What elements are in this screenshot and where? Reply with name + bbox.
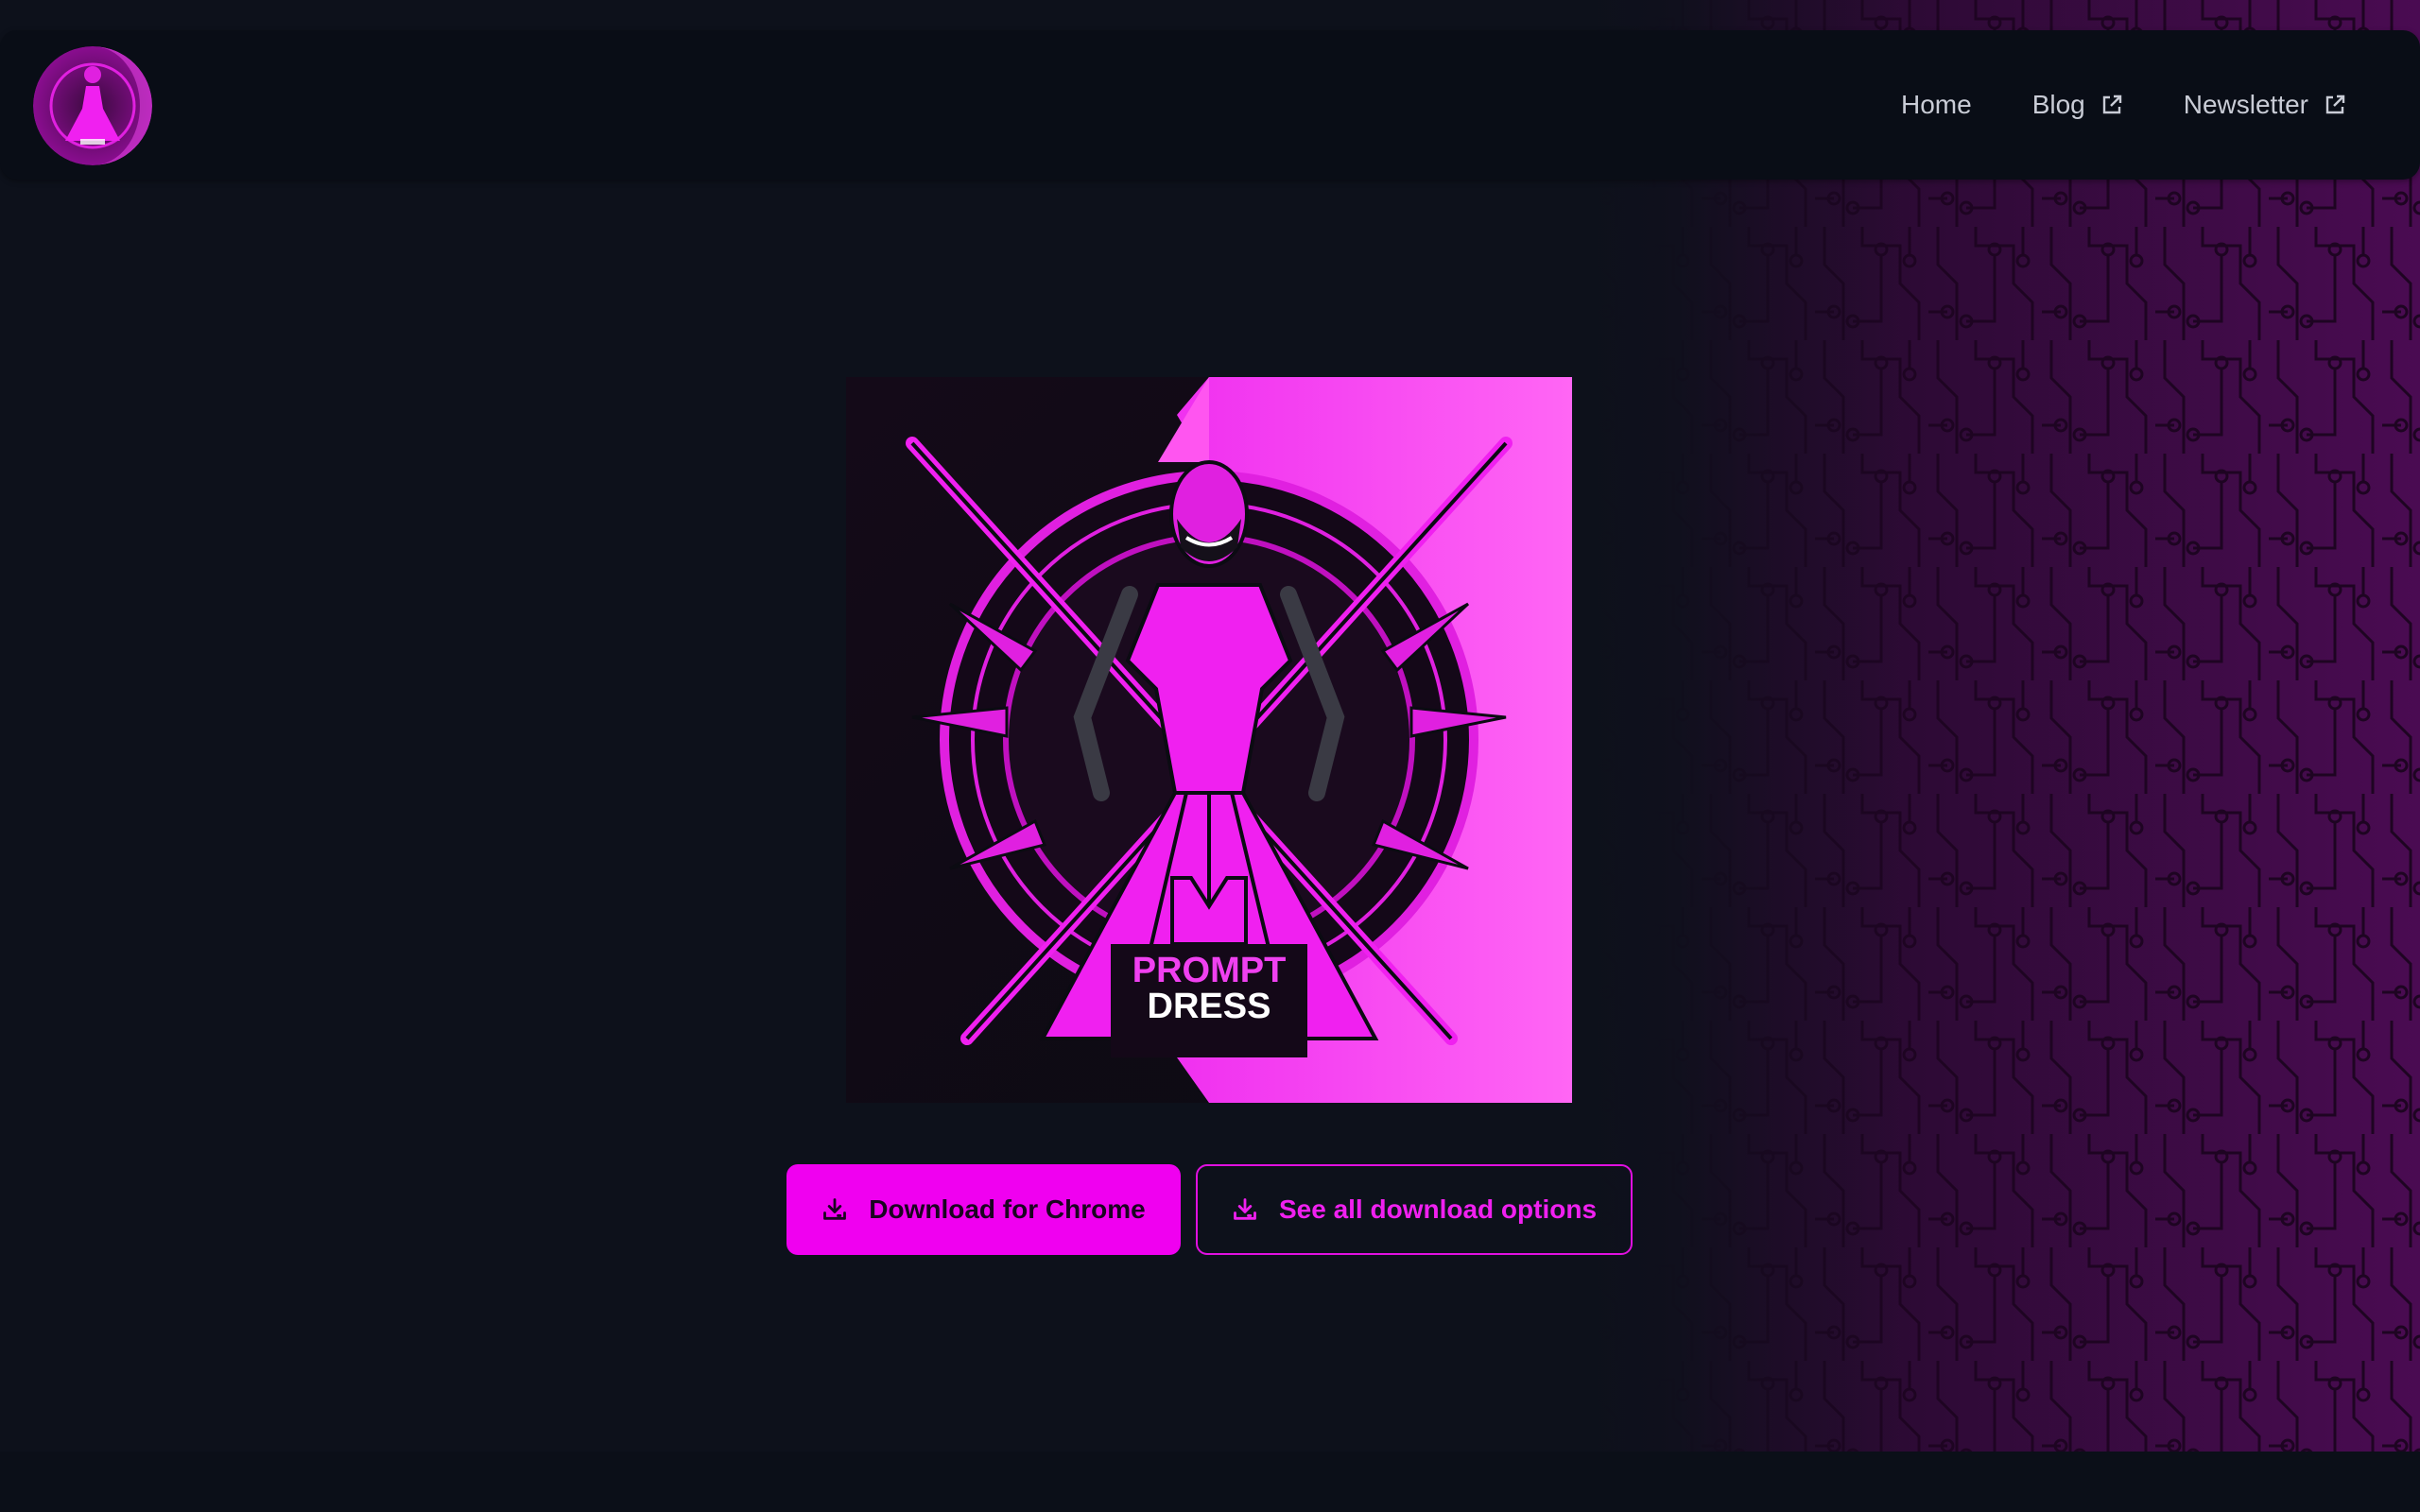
download-chrome-label: Download for Chrome [869,1194,1146,1224]
main-nav: Home Blog Newsletter [1901,30,2346,180]
prompt-dress-hero-logo: PROMPT DRESS [846,377,1572,1103]
hero-logo-text-prompt: PROMPT [1132,951,1287,990]
nav-home-link[interactable]: Home [1901,90,1972,120]
top-navbar: Home Blog Newsletter [0,30,2420,180]
footer-band [0,1452,2420,1512]
all-download-options-button[interactable]: See all download options [1196,1164,1633,1255]
hero-logo-text-dress: DRESS [1148,987,1271,1026]
circuit-background [1588,0,2420,1452]
external-link-icon [2102,94,2121,114]
site-logo[interactable] [33,46,152,165]
nav-blog-link[interactable]: Blog [2032,90,2123,120]
external-link-icon [2325,94,2345,114]
nav-newsletter-link[interactable]: Newsletter [2184,90,2346,120]
download-tray-icon [823,1198,847,1220]
all-download-options-label: See all download options [1278,1194,1598,1224]
nav-newsletter-label: Newsletter [2183,90,2308,119]
download-tray-icon [1234,1198,1256,1220]
nav-home-label: Home [1900,90,1972,119]
nav-blog-label: Blog [2031,90,2085,119]
download-chrome-button[interactable]: Download for Chrome [786,1164,1181,1255]
